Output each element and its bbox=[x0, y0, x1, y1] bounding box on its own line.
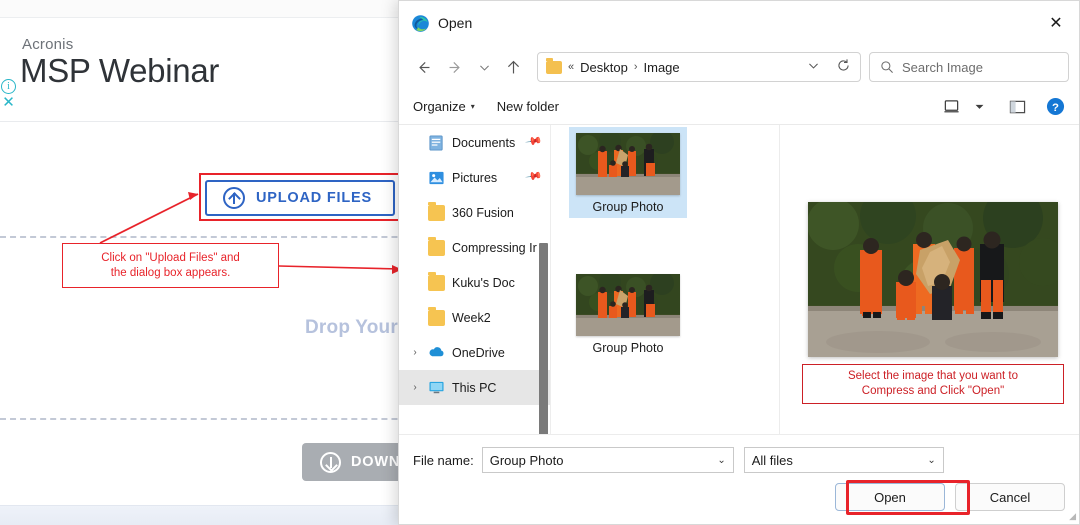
navigation-sidebar[interactable]: Documents 📌 Pictures 📌 360 Fusion Compre… bbox=[399, 125, 551, 434]
annotation-highlight-upload-button bbox=[199, 173, 401, 221]
sidebar-item-label: OneDrive bbox=[452, 345, 505, 360]
file-item-group-photo-1[interactable]: Group Photo bbox=[569, 127, 687, 218]
address-bar[interactable]: « Desktop › Image bbox=[537, 52, 861, 82]
organize-button[interactable]: Organize ▾ bbox=[413, 99, 475, 114]
drop-your-text: Drop Your bbox=[305, 317, 398, 338]
annotation-callout-select-text: Select the image that you want to Compre… bbox=[847, 370, 1019, 397]
dialog-title: Open bbox=[438, 15, 473, 31]
sidebar-item-label: Compressing Ir bbox=[452, 240, 537, 255]
sidebar-item-label: Pictures bbox=[452, 170, 498, 185]
info-circle-icon[interactable]: i bbox=[1, 79, 16, 94]
file-thumbnail bbox=[576, 274, 680, 336]
documents-icon bbox=[428, 134, 445, 151]
file-thumbnail bbox=[576, 133, 680, 195]
arrow-right-icon[interactable] bbox=[439, 52, 471, 82]
view-options-caret-icon[interactable] bbox=[965, 94, 993, 120]
download-label: DOWN bbox=[351, 454, 401, 470]
sidebar-item-label: 360 Fusion bbox=[452, 205, 514, 220]
svg-text:?: ? bbox=[1052, 102, 1059, 114]
chevron-down-icon[interactable]: ⌄ bbox=[717, 455, 728, 466]
breadcrumb-desktop[interactable]: Desktop bbox=[580, 60, 628, 75]
folder-icon bbox=[428, 201, 445, 221]
folder-icon bbox=[428, 236, 445, 256]
pin-icon: 📌 bbox=[524, 168, 543, 186]
file-name-label-text: File name: bbox=[413, 452, 474, 468]
preview-image bbox=[808, 202, 1058, 357]
folder-icon bbox=[428, 306, 445, 326]
this-pc-monitor-icon bbox=[428, 380, 445, 396]
group-photo-thumbnail bbox=[576, 133, 680, 195]
file-name-row: File name: Group Photo ⌄ All files ⌄ bbox=[399, 447, 1079, 473]
annotation-callout-upload: Click on "Upload Files" and the dialog b… bbox=[62, 243, 279, 288]
dialog-navigation-bar: « Desktop › Image Search Image bbox=[399, 45, 1079, 89]
new-folder-label: New folder bbox=[496, 99, 559, 114]
sidebar-item-label: Documents bbox=[452, 135, 516, 150]
close-x-icon[interactable]: ✕ bbox=[1, 95, 16, 111]
annotation-callout-upload-text: Click on "Upload Files" and the dialog b… bbox=[101, 251, 240, 279]
pin-icon: 📌 bbox=[524, 133, 543, 151]
resize-grip-icon[interactable]: ◢ bbox=[1069, 511, 1076, 522]
annotation-callout-select-image: Select the image that you want to Compre… bbox=[802, 364, 1064, 404]
search-placeholder: Search Image bbox=[902, 59, 983, 75]
organize-label: Organize bbox=[413, 99, 466, 114]
edge-browser-icon bbox=[412, 14, 429, 32]
search-icon bbox=[881, 61, 893, 73]
chevron-down-icon[interactable]: ⌄ bbox=[927, 455, 938, 466]
chevron-right-icon[interactable]: › bbox=[409, 347, 421, 358]
file-type-filter-value: All files bbox=[751, 452, 793, 468]
help-question-icon[interactable]: ? bbox=[1041, 94, 1069, 120]
download-arrow-circle-icon bbox=[320, 451, 341, 473]
chevron-down-icon[interactable] bbox=[802, 59, 824, 75]
sidebar-item-label: Week2 bbox=[452, 310, 491, 325]
sidebar-item-label: This PC bbox=[452, 380, 497, 395]
breadcrumb-image[interactable]: Image bbox=[644, 60, 680, 75]
file-name-value: Group Photo bbox=[489, 452, 564, 468]
file-item-group-photo-2[interactable]: Group Photo bbox=[569, 268, 687, 359]
file-open-dialog: Open ✕ « Desktop › Image Search Image Or… bbox=[398, 0, 1080, 525]
sidebar-item-360-fusion[interactable]: 360 Fusion bbox=[399, 195, 550, 230]
sidebar-scrollbar-thumb[interactable] bbox=[539, 243, 548, 434]
file-grid: Group Photo Group Photo bbox=[551, 125, 779, 434]
folder-icon bbox=[428, 271, 445, 291]
close-icon[interactable]: ✕ bbox=[1033, 1, 1079, 45]
breadcrumb-separator: › bbox=[633, 61, 638, 73]
preview-pane-icon[interactable] bbox=[1003, 94, 1031, 120]
cancel-button[interactable]: Cancel bbox=[955, 483, 1065, 511]
sidebar-item-pictures[interactable]: Pictures 📌 bbox=[399, 160, 550, 195]
sidebar-item-this-pc[interactable]: › This PC bbox=[399, 370, 550, 405]
sidebar-item-onedrive[interactable]: › OneDrive bbox=[399, 335, 550, 370]
dialog-toolbar: Organize ▾ New folder ? bbox=[399, 89, 1079, 125]
annotation-highlight-open-button bbox=[846, 480, 970, 515]
search-input[interactable]: Search Image bbox=[869, 52, 1069, 82]
arrow-left-icon[interactable] bbox=[407, 52, 439, 82]
file-name-input[interactable]: Group Photo ⌄ bbox=[481, 447, 734, 473]
sidebar-item-documents[interactable]: Documents 📌 bbox=[399, 125, 550, 160]
refresh-icon[interactable] bbox=[830, 58, 856, 76]
screenshot-root: Acronis MSP Webinar i ✕ UPLOAD FILES Dro… bbox=[0, 0, 1080, 525]
dialog-footer: File name: Group Photo ⌄ All files ⌄ Ope… bbox=[399, 434, 1079, 524]
sidebar-item-week2[interactable]: Week2 bbox=[399, 300, 550, 335]
arrow-up-icon[interactable] bbox=[497, 52, 529, 82]
new-folder-button[interactable]: New folder bbox=[497, 99, 559, 114]
folder-icon bbox=[546, 57, 562, 74]
sidebar-item-compressing[interactable]: Compressing Ir bbox=[399, 230, 550, 265]
chevron-down-icon: ▾ bbox=[470, 102, 475, 111]
path-prefix: « bbox=[568, 61, 575, 73]
group-photo-preview-image bbox=[808, 202, 1058, 357]
pictures-icon bbox=[428, 170, 445, 186]
chevron-down-icon[interactable] bbox=[471, 52, 497, 82]
brand-name: Acronis bbox=[22, 36, 74, 53]
group-photo-thumbnail bbox=[576, 274, 680, 336]
dialog-titlebar: Open ✕ bbox=[399, 1, 1079, 45]
page-title: MSP Webinar bbox=[20, 52, 220, 89]
sidebar-item-kukus-doc[interactable]: Kuku's Doc bbox=[399, 265, 550, 300]
chevron-right-icon[interactable]: › bbox=[409, 382, 421, 393]
file-name-label: Group Photo bbox=[592, 341, 664, 355]
sidebar-list: Documents 📌 Pictures 📌 360 Fusion Compre… bbox=[399, 125, 550, 405]
sidebar-item-label: Kuku's Doc bbox=[452, 275, 515, 290]
file-name-label: Group Photo bbox=[592, 200, 664, 214]
view-options-icon[interactable] bbox=[937, 94, 965, 120]
file-type-filter-select[interactable]: All files ⌄ bbox=[743, 447, 944, 473]
onedrive-cloud-icon bbox=[428, 345, 445, 361]
